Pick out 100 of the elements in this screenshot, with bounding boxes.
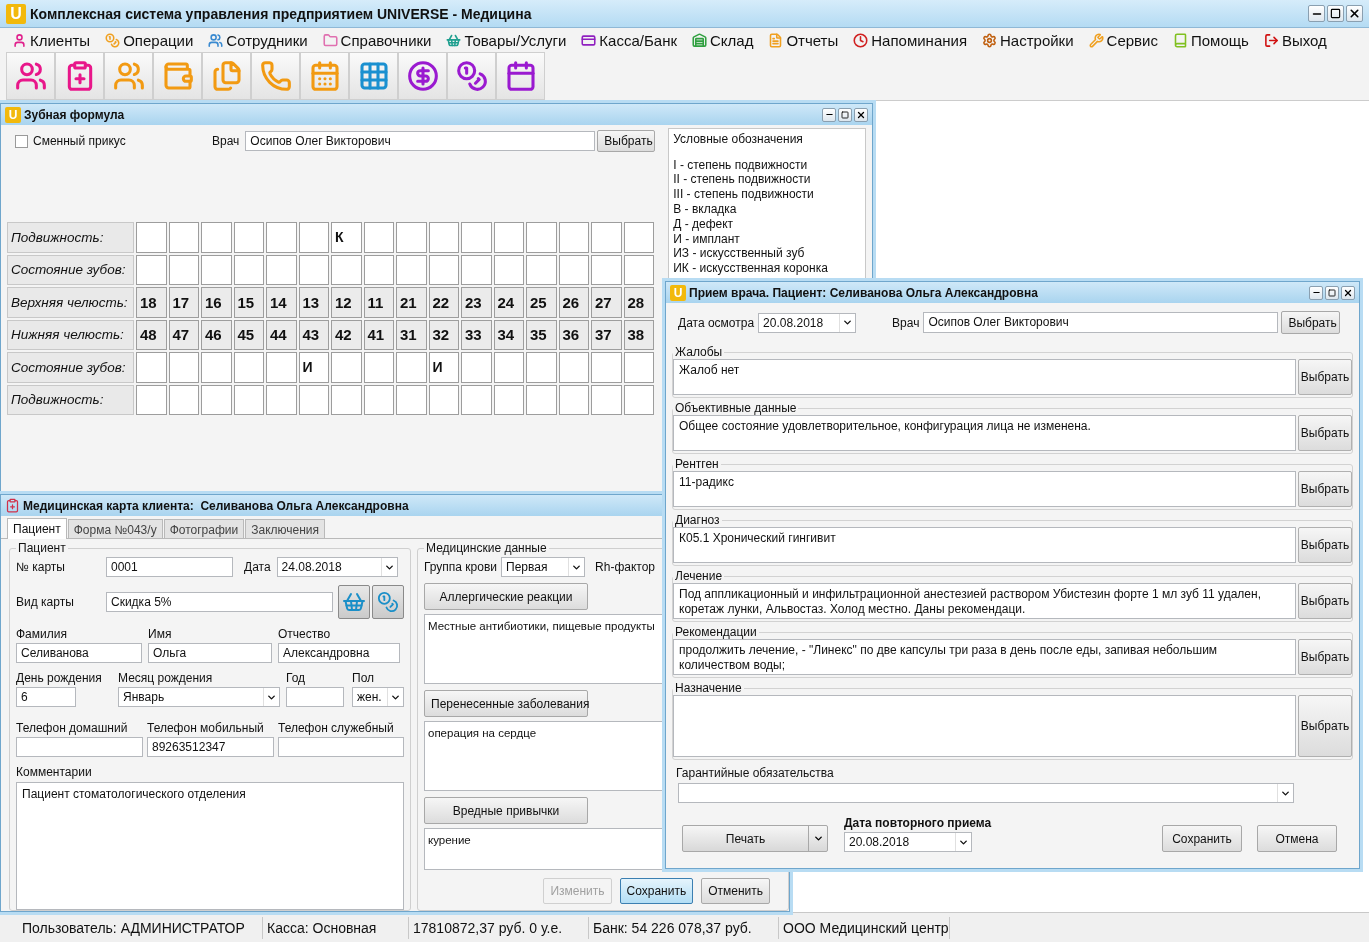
formula-cell[interactable] (331, 352, 362, 383)
text-area[interactable]: Под аппликационный и инфильтрационной анестезией раствором Убистезин форте 1 мл зуб 11 удален, коретаж лунки, Альвостаз. Холод местно. Даны рекомендаци. (673, 583, 1296, 619)
tooth-number[interactable]: 43 (298, 319, 329, 350)
formula-cell[interactable] (558, 384, 589, 415)
text-field[interactable] (16, 737, 143, 757)
text-field[interactable]: Ольга (148, 643, 272, 663)
formula-cell[interactable] (363, 254, 394, 285)
formula-cell[interactable] (493, 254, 524, 285)
choose-button[interactable]: Выбрать (1298, 527, 1352, 563)
tooth-number[interactable]: 26 (558, 287, 589, 318)
tooth-number[interactable]: 38 (623, 319, 654, 350)
minimize-button[interactable] (1309, 285, 1323, 300)
formula-cell[interactable] (558, 254, 589, 285)
formula-cell[interactable] (331, 254, 362, 285)
formula-cell[interactable] (558, 222, 589, 253)
formula-cell[interactable] (428, 254, 459, 285)
tooth-number[interactable]: 37 (591, 319, 622, 350)
tooth-number[interactable]: 24 (493, 287, 524, 318)
coins-button[interactable] (372, 585, 404, 619)
formula-cell[interactable] (591, 384, 622, 415)
text-field[interactable]: Селиванова (16, 643, 142, 663)
formula-cell[interactable] (493, 352, 524, 383)
tooth-number[interactable]: 13 (298, 287, 329, 318)
form-button[interactable]: Сохранить (619, 878, 694, 904)
toolbar-button[interactable] (398, 52, 447, 100)
close-button[interactable] (854, 107, 868, 122)
formula-cell[interactable] (136, 352, 167, 383)
text-area[interactable]: операция на сердце (424, 721, 664, 791)
formula-cell[interactable] (396, 384, 427, 415)
cancel-button[interactable]: Отмена (1257, 825, 1337, 852)
tab[interactable]: Фотографии (163, 519, 245, 538)
formula-cell[interactable] (233, 384, 264, 415)
combo-box[interactable]: 24.08.2018 (276, 557, 398, 577)
combo-box[interactable]: Первая (501, 557, 586, 577)
formula-cell[interactable] (363, 222, 394, 253)
choose-button[interactable]: Выбрать (1298, 639, 1352, 675)
tooth-number[interactable]: 27 (591, 287, 622, 318)
tooth-number[interactable]: 14 (266, 287, 297, 318)
formula-cell[interactable] (298, 384, 329, 415)
formula-cell[interactable] (526, 352, 557, 383)
menu-item[interactable]: Сервис (1088, 31, 1158, 49)
toolbar-button[interactable] (349, 52, 398, 100)
formula-cell[interactable] (168, 254, 199, 285)
formula-cell[interactable] (201, 384, 232, 415)
formula-cell[interactable] (233, 352, 264, 383)
text-area[interactable]: 11-радикс (673, 471, 1296, 507)
formula-cell[interactable] (396, 352, 427, 383)
formula-cell[interactable] (233, 222, 264, 253)
tooth-number[interactable]: 46 (201, 319, 232, 350)
formula-cell[interactable]: И (428, 352, 459, 383)
menu-item[interactable]: Справочники (322, 31, 432, 49)
choose-button[interactable]: Выбрать (1298, 415, 1352, 451)
tooth-number[interactable]: 36 (558, 319, 589, 350)
text-field[interactable]: 6 (16, 687, 76, 707)
tooth-number[interactable]: 16 (201, 287, 232, 318)
formula-cell[interactable] (461, 384, 492, 415)
tooth-number[interactable]: 47 (168, 319, 199, 350)
print-button[interactable]: Печать (683, 826, 809, 851)
combo-box[interactable]: жен. (352, 687, 404, 707)
tooth-number[interactable]: 25 (526, 287, 557, 318)
menu-item[interactable]: Выход (1263, 31, 1327, 49)
text-area[interactable]: Местные антибиотики, пищевые продукты (424, 614, 664, 684)
menu-item[interactable]: Сотрудники (208, 31, 308, 49)
formula-cell[interactable] (168, 352, 199, 383)
formula-cell[interactable] (331, 384, 362, 415)
tooth-number[interactable]: 31 (396, 319, 427, 350)
choose-button[interactable]: Выбрать (597, 130, 656, 152)
formula-cell[interactable] (558, 352, 589, 383)
formula-cell[interactable] (591, 352, 622, 383)
formula-cell[interactable] (623, 384, 654, 415)
choose-button[interactable]: Выбрать (1298, 471, 1352, 507)
toolbar-button[interactable] (6, 52, 55, 100)
formula-cell[interactable]: И (298, 352, 329, 383)
tooth-number[interactable]: 21 (396, 287, 427, 318)
tab[interactable]: Пациент (7, 518, 67, 539)
close-button[interactable] (1341, 285, 1355, 300)
text-field[interactable] (286, 687, 344, 707)
formula-cell[interactable] (461, 254, 492, 285)
tooth-number[interactable]: 35 (526, 319, 557, 350)
choose-button[interactable]: Выбрать (1298, 359, 1352, 395)
toolbar-button[interactable] (447, 52, 496, 100)
tooth-number[interactable]: 17 (168, 287, 199, 318)
menu-item[interactable]: Товары/Услуги (446, 31, 567, 49)
tab[interactable]: Форма №043/у (67, 519, 163, 538)
formula-cell[interactable] (201, 352, 232, 383)
form-button[interactable]: Отменить (701, 878, 770, 904)
text-field[interactable]: Александровна (278, 643, 400, 663)
formula-cell[interactable] (493, 222, 524, 253)
combo-box[interactable]: 20.08.2018 (758, 312, 857, 333)
formula-cell[interactable] (266, 352, 297, 383)
text-area[interactable]: Жалоб нет (673, 359, 1296, 395)
formula-cell[interactable] (623, 222, 654, 253)
choose-button[interactable]: Выбрать (1298, 583, 1352, 619)
formula-cell[interactable] (526, 222, 557, 253)
section-button[interactable]: Вредные привычки (424, 797, 588, 824)
menu-item[interactable]: Касса/Банк (581, 31, 677, 49)
text-field[interactable]: 89263512347 (147, 737, 274, 757)
menu-item[interactable]: Склад (692, 31, 754, 49)
print-split-button[interactable]: Печать (682, 825, 828, 852)
tooth-number[interactable]: 15 (233, 287, 264, 318)
